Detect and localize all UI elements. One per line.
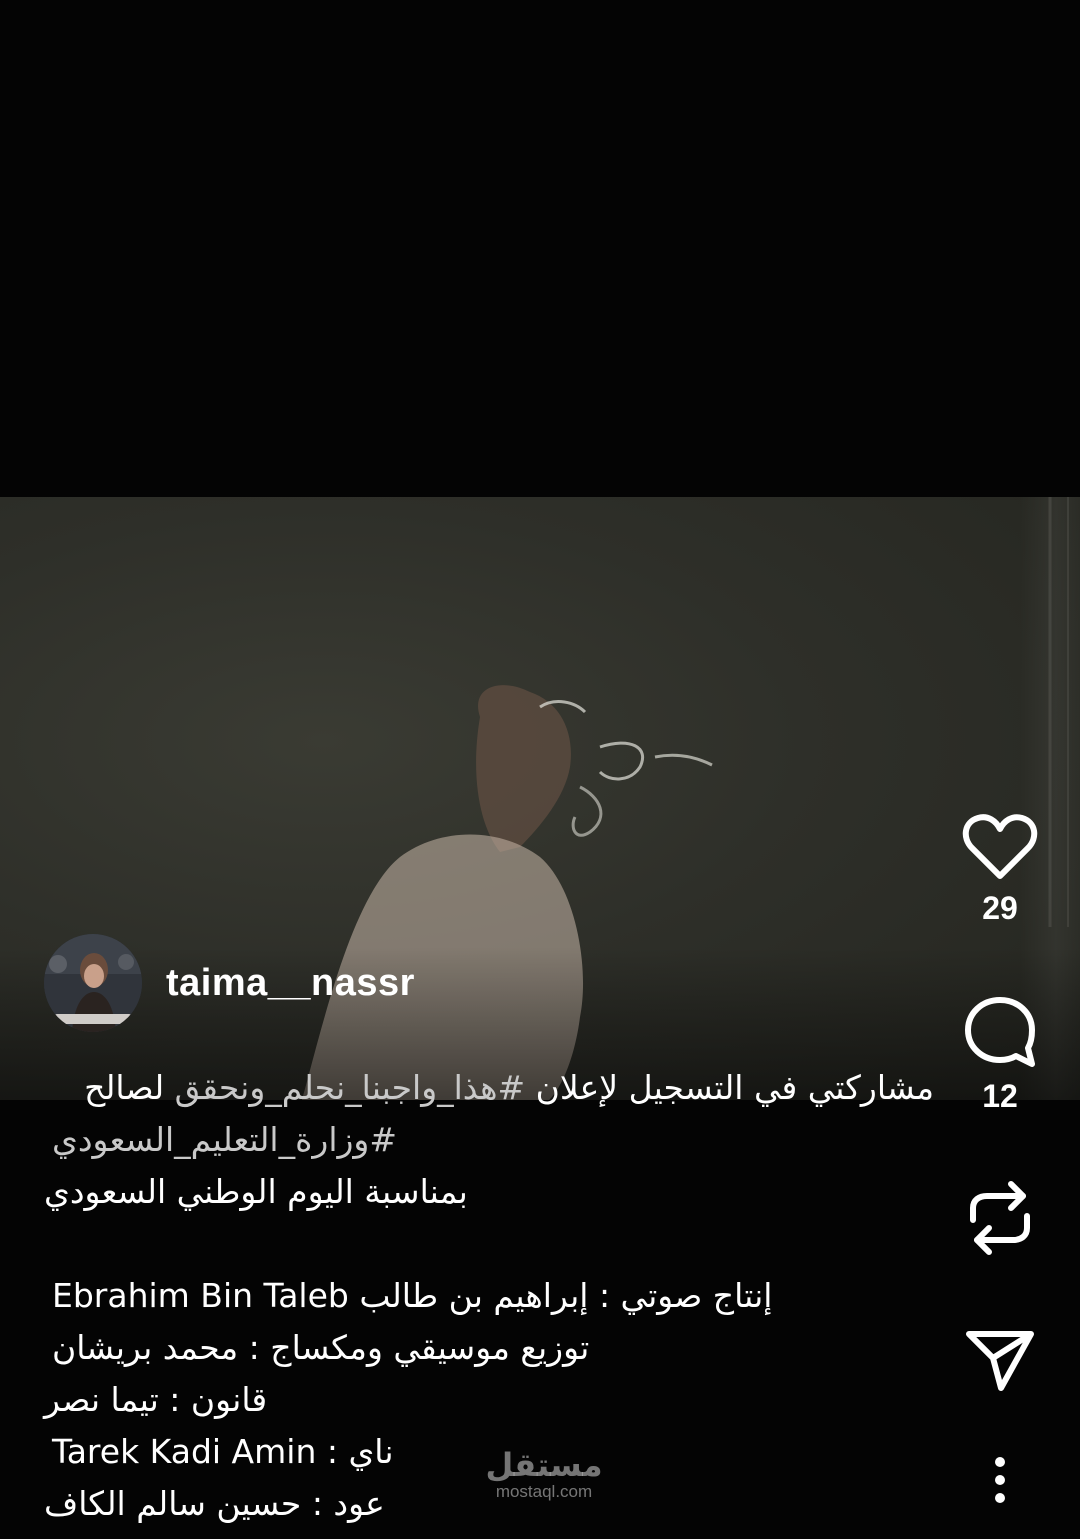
caption-text: بمناسبة اليوم الوطني السعودي — [44, 1172, 468, 1211]
caption-line: مشاركتي في التسجيل لإعلان #هذا_واجبنا_نح… — [44, 1062, 934, 1114]
caption-line: #وزارة_التعليم_السعودي — [44, 1114, 934, 1166]
watermark-logo: مستقل mostaql.com — [474, 1448, 614, 1502]
caption-line: بمناسبة اليوم الوطني السعودي — [44, 1166, 934, 1218]
like-action: 29 — [957, 812, 1043, 927]
avatar-image — [44, 934, 142, 1032]
comment-icon[interactable] — [962, 994, 1038, 1070]
caption-text: عود : حسين سالم الكاف — [44, 1484, 385, 1523]
hashtag-link[interactable]: #هذا_واجبنا_نحلم_ونحقق — [175, 1068, 526, 1107]
more-vertical-icon[interactable] — [990, 1456, 1010, 1504]
username[interactable]: taima__nassr — [166, 962, 415, 1005]
caption-text: إنتاج صوتي : إبراهيم بن طالب Ebrahim Bin… — [52, 1276, 773, 1315]
caption-text: ناي : Tarek Kadi Amin — [52, 1432, 394, 1471]
more-action — [957, 1456, 1043, 1504]
send-icon[interactable] — [965, 1328, 1035, 1394]
like-count[interactable]: 29 — [982, 890, 1018, 927]
watermark-arabic: مستقل — [485, 1446, 603, 1484]
repost-icon[interactable] — [965, 1178, 1035, 1258]
heart-icon[interactable] — [962, 812, 1038, 882]
caption-text: قانون : تيما نصر — [44, 1380, 268, 1419]
watermark-latin: mostaql.com — [495, 1482, 593, 1501]
caption-line: توزيع موسيقي ومكساج : محمد بريشان — [44, 1322, 934, 1374]
avatar[interactable] — [44, 934, 142, 1032]
caption-text: لصالح — [84, 1068, 175, 1107]
caption-line: قانون : تيما نصر — [44, 1374, 934, 1426]
share-action — [957, 1328, 1043, 1394]
repost-action — [957, 1178, 1043, 1258]
caption-text: توزيع موسيقي ومكساج : محمد بريشان — [52, 1328, 590, 1367]
hashtag-link[interactable]: #وزارة_التعليم_السعودي — [52, 1114, 397, 1166]
comment-action: 12 — [957, 994, 1043, 1115]
caption-text: مشاركتي في التسجيل لإعلان — [525, 1068, 934, 1107]
comment-count[interactable]: 12 — [982, 1078, 1018, 1115]
post-author[interactable]: taima__nassr — [44, 934, 415, 1032]
reel-screen: 29 12 taima__nassr مشاركتي في التسجيل لإ… — [0, 0, 1080, 1539]
caption-line: إنتاج صوتي : إبراهيم بن طالب Ebrahim Bin… — [44, 1270, 934, 1322]
